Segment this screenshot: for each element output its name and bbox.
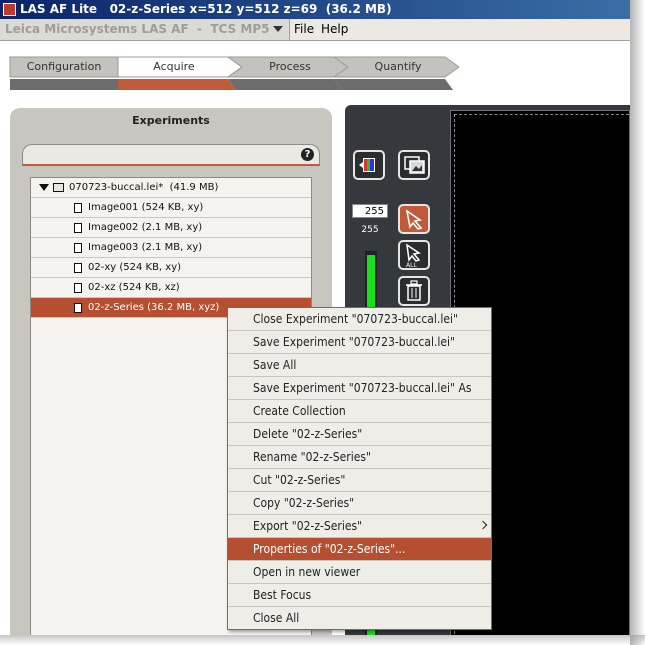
image-file-icon — [74, 243, 82, 253]
delete-roi-icon — [406, 280, 422, 301]
menu-bar: Leica Microsystems LAS AF - TCS MP5 File… — [0, 19, 630, 41]
menu-item-close-experiment[interactable]: Close Experiment "070723-buccal.lei" — [228, 308, 491, 331]
menu-item-properties[interactable]: Properties of "02-z-Series"... — [228, 538, 491, 561]
tree-item-image[interactable]: 02-xy (524 KB, xy) — [31, 258, 311, 278]
tab-strip-quantify — [334, 79, 453, 90]
tree-item-label: Image003 (2.1 MB, xy) — [88, 242, 203, 253]
tab-quantify[interactable]: Quantify — [342, 57, 454, 77]
experiments-title: Experiments — [132, 114, 210, 127]
svg-text:ALL: ALL — [406, 262, 417, 268]
expand-arrow-icon[interactable] — [39, 184, 49, 191]
menu-item-close-all[interactable]: Close All — [228, 607, 491, 630]
image-file-icon — [74, 283, 82, 293]
menu-item-export-row[interactable]: Export "02-z-Series" — [228, 515, 491, 538]
delete-roi-button[interactable] — [398, 276, 430, 306]
lut-button[interactable] — [353, 150, 385, 180]
app-icon — [3, 3, 16, 16]
menu-item-export[interactable]: Export "02-z-Series" — [228, 515, 491, 538]
overlay-button[interactable] — [398, 150, 430, 180]
select-all-roi-icon: ALL — [406, 243, 421, 269]
window-shadow-right — [630, 0, 645, 645]
tree-item-image[interactable]: Image002 (2.1 MB, xy) — [31, 218, 311, 238]
tab-strip-configuration — [10, 79, 118, 90]
tab-configuration[interactable]: Configuration — [10, 57, 118, 77]
tree-header: ? — [22, 144, 320, 166]
intensity-max-label: 255 — [361, 225, 379, 235]
draw-roi-button[interactable] — [398, 204, 430, 234]
application-window: LAS AF Lite 02-z-Series x=512 y=512 z=69… — [0, 0, 630, 635]
help-icon[interactable]: ? — [301, 148, 314, 161]
context-menu: Close Experiment "070723-buccal.lei" Sav… — [227, 307, 492, 630]
select-all-roi-button[interactable]: ALL — [398, 240, 430, 270]
title-bar[interactable]: LAS AF Lite 02-z-Series x=512 y=512 z=69… — [0, 0, 630, 19]
image-file-icon — [74, 223, 82, 233]
tab-strip-process — [228, 79, 342, 90]
folder-icon — [53, 183, 64, 192]
intensity-max-input[interactable]: 255 — [352, 204, 388, 218]
window-shadow-bottom — [0, 635, 645, 645]
menu-help[interactable]: Help — [321, 22, 348, 36]
image-file-icon — [74, 263, 82, 273]
menu-item-create-collection[interactable]: Create Collection — [228, 400, 491, 423]
menu-item-open-in-new-viewer[interactable]: Open in new viewer — [228, 561, 491, 584]
menu-item-cut[interactable]: Cut "02-z-Series" — [228, 469, 491, 492]
chevron-down-icon[interactable] — [273, 26, 283, 32]
menu-item-save-experiment-as[interactable]: Save Experiment "070723-buccal.lei" As — [228, 377, 491, 400]
tab-strip-acquire — [118, 79, 236, 90]
tree-item-label: 02-z-Series (36.2 MB, xyz) — [88, 302, 220, 313]
menu-item-best-focus[interactable]: Best Focus — [228, 584, 491, 607]
color-lut-icon — [359, 158, 375, 172]
tree-item-image[interactable]: Image001 (524 KB, xy) — [31, 198, 311, 218]
tab-acquire[interactable]: Acquire — [118, 57, 230, 77]
tree-item-label: 02-xy (524 KB, xy) — [88, 262, 182, 273]
workflow-tabs: Configuration Acquire Process Quantify — [0, 41, 630, 98]
product-selector[interactable]: Leica Microsystems LAS AF - TCS MP5 — [0, 19, 290, 40]
image-file-icon — [74, 203, 82, 213]
tree-item-label: Image001 (524 KB, xy) — [88, 202, 204, 213]
menu-item-save-experiment[interactable]: Save Experiment "070723-buccal.lei" — [228, 331, 491, 354]
menu-item-rename[interactable]: Rename "02-z-Series" — [228, 446, 491, 469]
image-file-icon — [74, 303, 82, 313]
window-title: LAS AF Lite 02-z-Series x=512 y=512 z=69… — [20, 2, 392, 16]
draw-roi-icon — [405, 209, 423, 230]
overlay-toggle-icon — [404, 156, 425, 174]
tree-item-label: 070723-buccal.lei* (41.9 MB) — [69, 182, 219, 193]
menu-item-copy[interactable]: Copy "02-z-Series" — [228, 492, 491, 515]
tree-item-experiment[interactable]: 070723-buccal.lei* (41.9 MB) — [31, 178, 311, 198]
product-label: Leica Microsystems LAS AF - TCS MP5 — [5, 22, 270, 36]
tree-item-label: 02-xz (524 KB, xz) — [88, 282, 180, 293]
tree-item-label: Image002 (2.1 MB, xy) — [88, 222, 203, 233]
tree-item-image[interactable]: Image003 (2.1 MB, xy) — [31, 238, 311, 258]
tree-item-image[interactable]: 02-xz (524 KB, xz) — [31, 278, 311, 298]
menu-item-save-all[interactable]: Save All — [228, 354, 491, 377]
menu-item-delete[interactable]: Delete "02-z-Series" — [228, 423, 491, 446]
menu-file[interactable]: File — [294, 22, 314, 36]
tab-process[interactable]: Process — [236, 57, 344, 77]
